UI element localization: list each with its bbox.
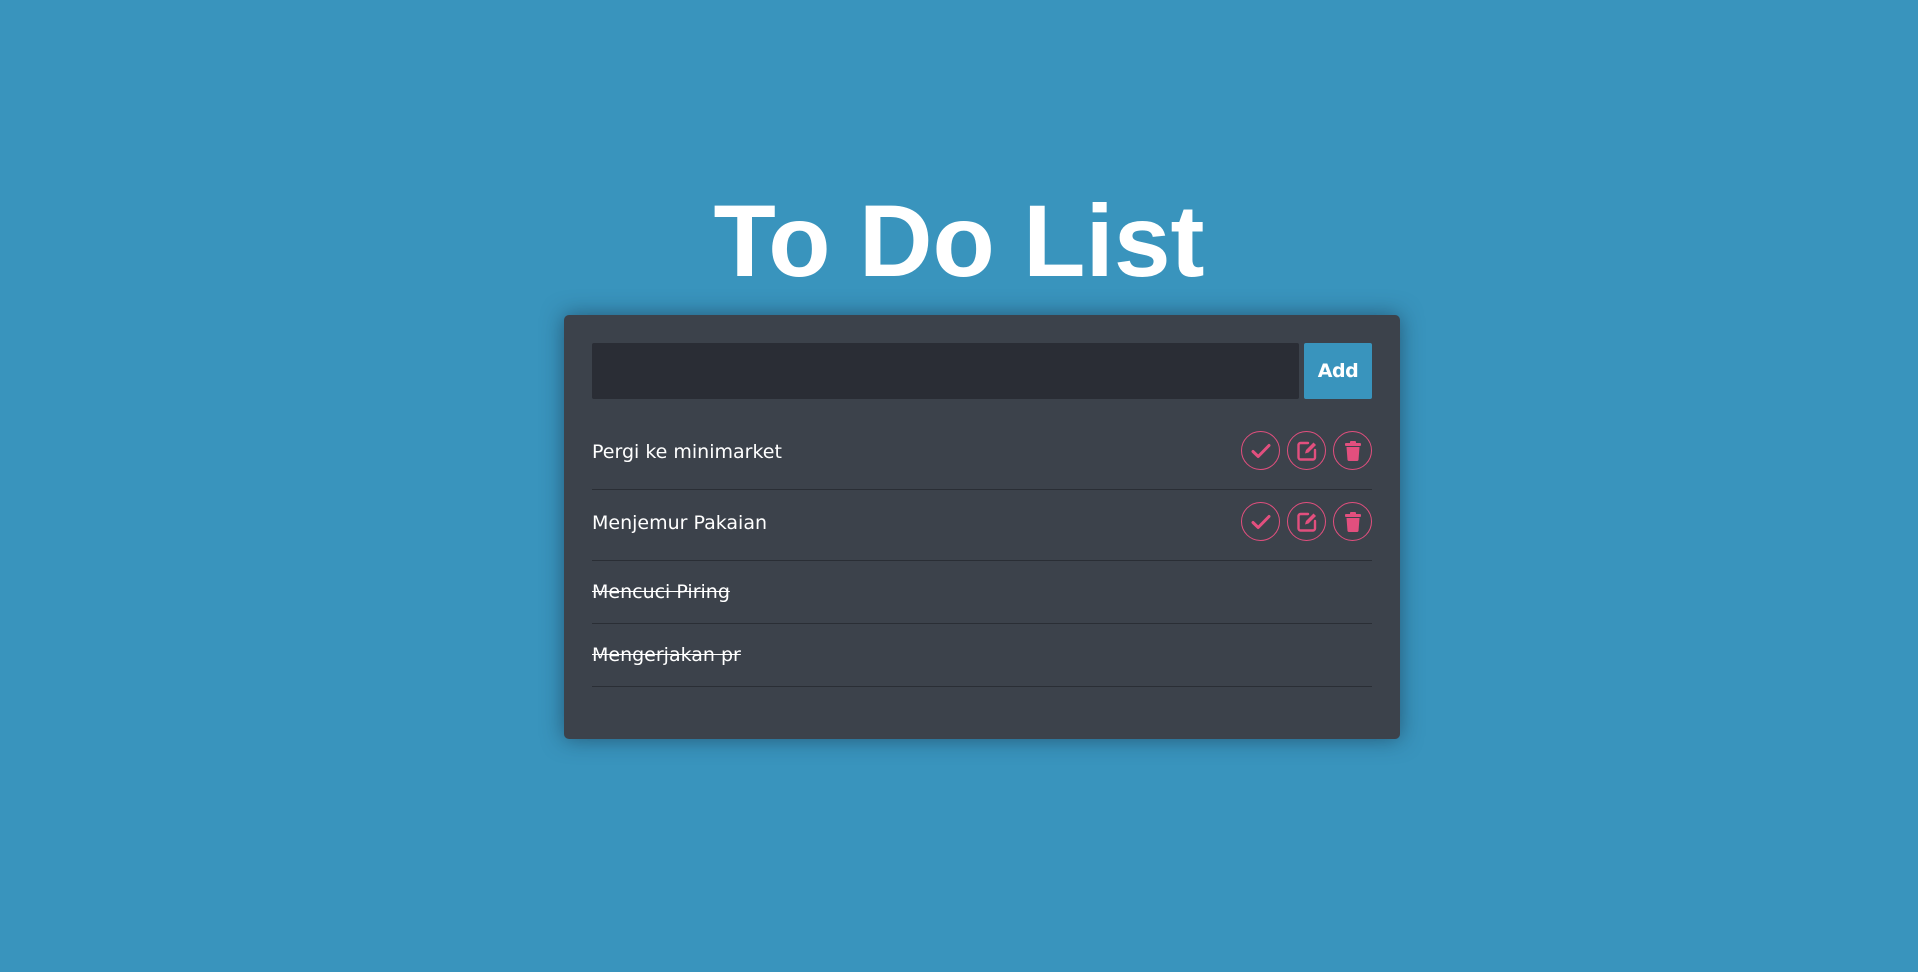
add-task-form: Add	[592, 343, 1372, 399]
page-title: To Do List	[713, 184, 1205, 298]
edit-icon	[1296, 441, 1316, 461]
task-actions	[1241, 502, 1372, 541]
task-list: Pergi ke minimarket Menjemur Pakaian Men…	[592, 419, 1372, 687]
task-actions	[1241, 431, 1372, 470]
page: To Do List Add Pergi ke minimarket Menje…	[0, 0, 1918, 972]
trash-icon	[1344, 511, 1361, 532]
complete-button[interactable]	[1241, 431, 1280, 470]
edit-button[interactable]	[1287, 431, 1326, 470]
task-item-completed: Mencuci Piring	[592, 561, 1372, 624]
add-button[interactable]: Add	[1304, 343, 1372, 399]
task-item: Menjemur Pakaian	[592, 490, 1372, 561]
trash-icon	[1344, 440, 1361, 461]
edit-icon	[1296, 512, 1316, 532]
task-text: Mencuci Piring	[592, 581, 730, 603]
todo-card: Add Pergi ke minimarket Menjemur Pakaian…	[564, 315, 1400, 739]
edit-button[interactable]	[1287, 502, 1326, 541]
delete-button[interactable]	[1333, 502, 1372, 541]
complete-button[interactable]	[1241, 502, 1280, 541]
task-text: Menjemur Pakaian	[592, 512, 768, 534]
task-text: Pergi ke minimarket	[592, 441, 782, 463]
check-icon	[1251, 443, 1270, 458]
task-item-completed: Mengerjakan pr	[592, 624, 1372, 687]
task-text: Mengerjakan pr	[592, 644, 741, 666]
task-input[interactable]	[592, 343, 1299, 399]
check-icon	[1251, 514, 1270, 529]
task-item: Pergi ke minimarket	[592, 419, 1372, 490]
delete-button[interactable]	[1333, 431, 1372, 470]
